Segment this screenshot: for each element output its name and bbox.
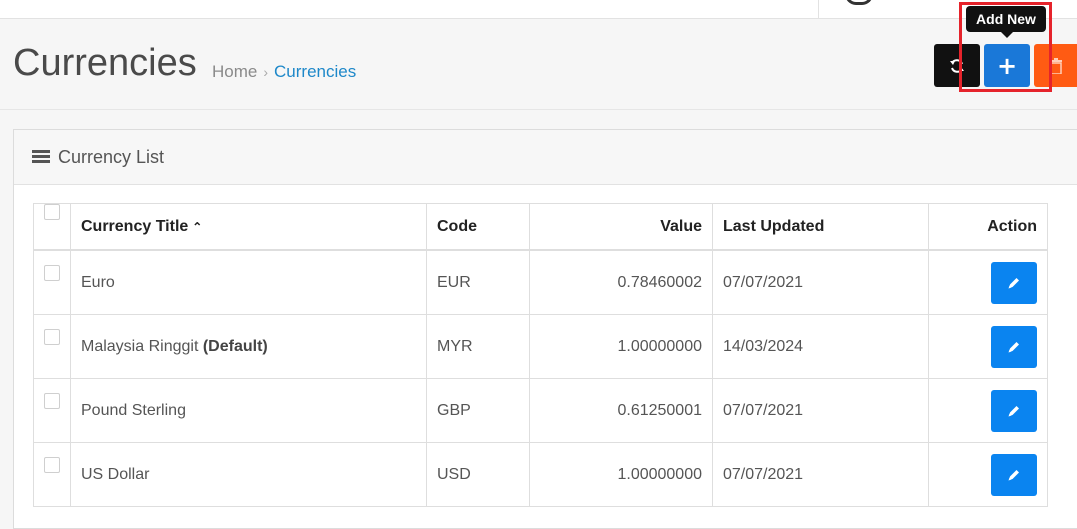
currency-title: Euro: [70, 249, 427, 315]
row-checkbox[interactable]: [44, 329, 60, 345]
currency-updated: 14/03/2024: [712, 314, 929, 379]
row-checkbox[interactable]: [44, 457, 60, 473]
currency-updated: 07/07/2021: [712, 249, 929, 315]
table-header-row: Currency Title ⌃ Code Value Last Updated …: [33, 203, 1048, 251]
currency-code: GBP: [426, 378, 530, 443]
table-row: Malaysia Ringgit (Default) MYR 1.0000000…: [33, 314, 1048, 379]
currency-value: 1.00000000: [529, 442, 713, 507]
breadcrumb-separator: ›: [263, 64, 269, 80]
breadcrumb-home[interactable]: Home: [212, 62, 257, 82]
column-header-title[interactable]: Currency Title ⌃: [70, 203, 427, 251]
currency-code: EUR: [426, 249, 530, 315]
currency-code: USD: [426, 442, 530, 507]
table-row: Euro EUR 0.78460002 07/07/2021: [33, 249, 1048, 315]
column-header-action: Action: [928, 203, 1048, 251]
panel-title: Currency List: [58, 146, 165, 167]
user-icon[interactable]: [845, 0, 873, 5]
column-header-code[interactable]: Code: [426, 203, 530, 251]
top-navbar: [0, 0, 1077, 19]
currency-updated: 07/07/2021: [712, 378, 929, 443]
add-new-tooltip: Add New: [966, 6, 1046, 38]
pencil-icon: [1008, 405, 1019, 416]
sort-asc-icon: ⌃: [192, 219, 203, 234]
column-header-updated[interactable]: Last Updated: [712, 203, 929, 251]
row-check-cell: [33, 442, 71, 507]
default-badge: (Default): [202, 337, 268, 355]
currency-table: Currency Title ⌃ Code Value Last Updated …: [33, 203, 1048, 507]
pencil-icon: [1008, 469, 1019, 480]
edit-button[interactable]: [991, 325, 1037, 368]
breadcrumb: Home › Currencies: [212, 62, 356, 82]
page-title: Currencies: [13, 42, 197, 84]
action-cell: [928, 378, 1048, 443]
action-cell: [928, 442, 1048, 507]
table-row: Pound Sterling GBP 0.61250001 07/07/2021: [33, 378, 1048, 443]
edit-button[interactable]: [991, 453, 1037, 496]
currency-updated: 07/07/2021: [712, 442, 929, 507]
pencil-icon: [1008, 341, 1019, 352]
header-divider: [0, 109, 1077, 110]
row-checkbox[interactable]: [44, 393, 60, 409]
select-all-checkbox[interactable]: [44, 204, 60, 220]
row-check-cell: [33, 378, 71, 443]
edit-button[interactable]: [991, 261, 1037, 304]
currency-title: Malaysia Ringgit (Default): [70, 314, 427, 379]
select-all-cell: [33, 203, 71, 251]
list-icon: [32, 150, 50, 164]
navbar-divider: [818, 0, 819, 18]
table-row: US Dollar USD 1.00000000 07/07/2021: [33, 442, 1048, 507]
currency-list-panel: Currency List Currency Title ⌃ Code Value…: [13, 129, 1077, 529]
pencil-icon: [1008, 277, 1019, 288]
column-header-value[interactable]: Value: [529, 203, 713, 251]
action-cell: [928, 314, 1048, 379]
edit-button[interactable]: [991, 389, 1037, 432]
row-check-cell: [33, 314, 71, 379]
breadcrumb-current[interactable]: Currencies: [274, 62, 356, 82]
row-check-cell: [33, 249, 71, 315]
currency-value: 0.61250001: [529, 378, 713, 443]
action-cell: [928, 249, 1048, 315]
row-checkbox[interactable]: [44, 265, 60, 281]
currency-value: 1.00000000: [529, 314, 713, 379]
currency-title: Pound Sterling: [70, 378, 427, 443]
currency-title: US Dollar: [70, 442, 427, 507]
currency-value: 0.78460002: [529, 249, 713, 315]
currency-code: MYR: [426, 314, 530, 379]
panel-heading: Currency List: [14, 130, 1077, 185]
